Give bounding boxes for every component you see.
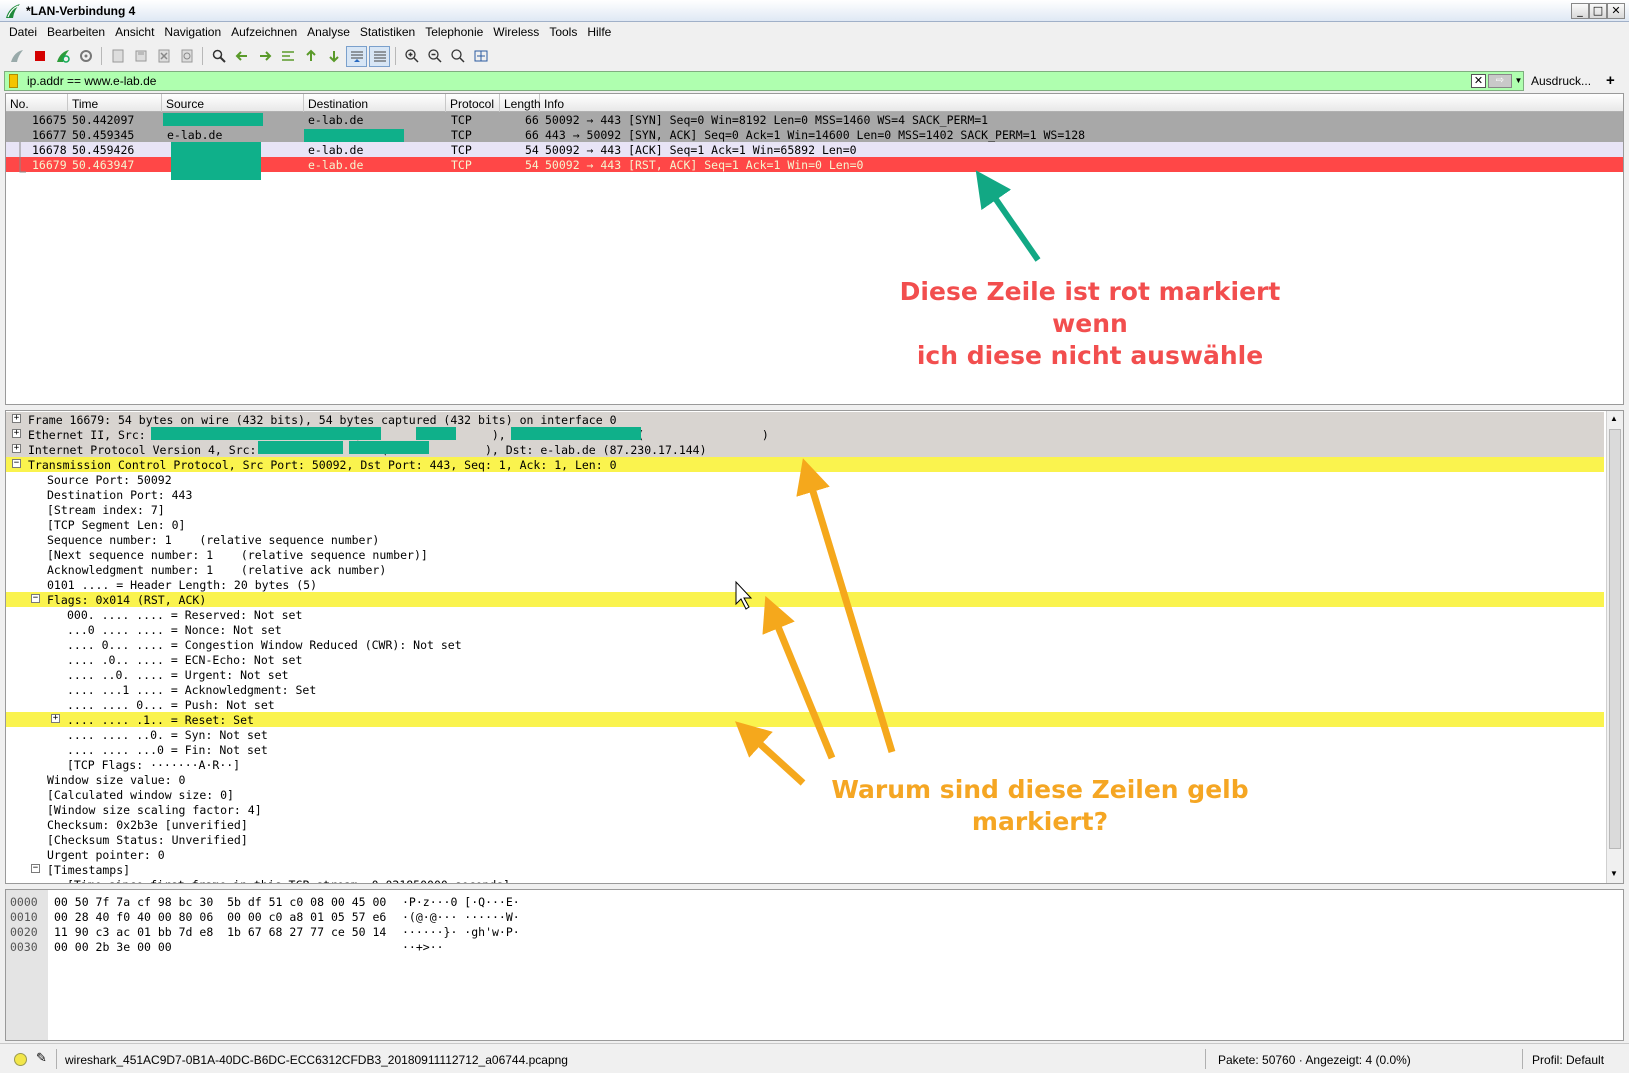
teal-arrow [975,170,1041,262]
expert-info-icon[interactable] [14,1053,27,1066]
orange-annotation-line: markiert? [971,807,1109,836]
orange-annotation: Warum sind diese Zeilen gelb markiert? [820,774,1260,838]
packet-count: Pakete: 50760 · Angezeigt: 4 (0.0%) [1218,1053,1411,1067]
annotation-arrows [735,170,1041,786]
profile-label[interactable]: Profil: Default [1532,1053,1604,1067]
status-separator [56,1049,57,1069]
orange-arrow [735,721,806,786]
red-annotation-line: ich diese nicht auswähle [916,341,1264,370]
capture-file-name: wireshark_451AC9D7-0B1A-40DC-B6DC-ECC631… [65,1053,568,1067]
red-annotation-line: Diese Zeile ist rot markiert wenn [899,277,1281,338]
status-separator [1205,1049,1206,1069]
mouse-cursor-icon [735,580,753,610]
red-annotation: Diese Zeile ist rot markiert wenn ich di… [860,276,1320,372]
orange-arrow [762,595,836,760]
orange-arrow [796,458,896,754]
status-bar: ✎ wireshark_451AC9D7-0B1A-40DC-B6DC-ECC6… [0,1043,1629,1073]
orange-annotation-line: Warum sind diese Zeilen gelb [831,775,1249,804]
capture-comment-icon[interactable]: ✎ [36,1051,47,1066]
status-separator [1522,1049,1523,1069]
